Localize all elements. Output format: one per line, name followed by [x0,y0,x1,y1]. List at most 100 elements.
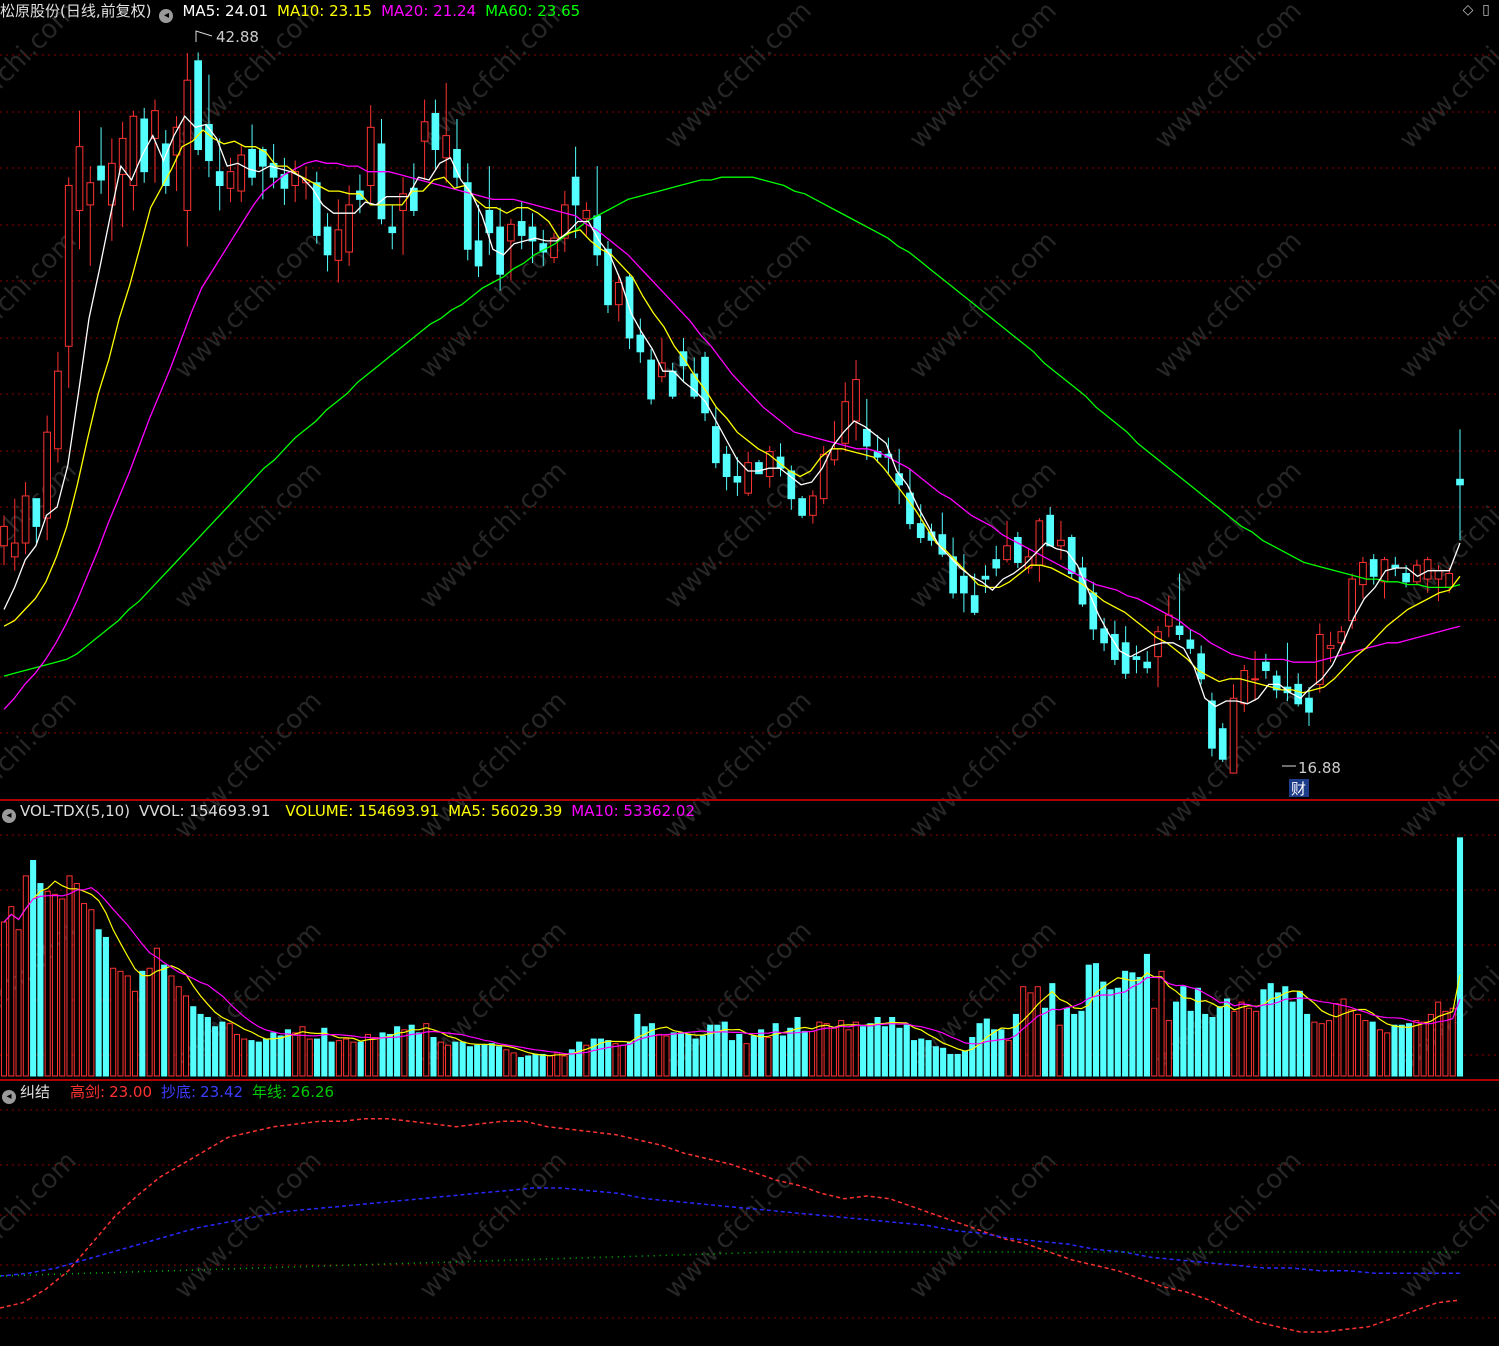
ma-toggle-icon[interactable]: ◂ [159,9,174,23]
candle-down [1197,653,1205,680]
window-controls: ◇ ▯ [1459,2,1495,18]
volume-bar-down [576,1041,583,1077]
volume-bar-down [976,1023,983,1077]
candle-down [32,498,41,527]
candle-down [431,112,440,150]
volume-bar-up [110,967,117,1077]
candle-down [722,453,731,478]
candle-down [377,143,386,220]
candle-down [895,473,904,486]
candle-up [852,379,860,422]
volume-bar-up [343,1038,350,1077]
candle-down [992,559,1001,569]
watermark-layer: www.cfchi.com www.cfchi.com www.cfchi.com w… [0,0,1499,1305]
volume-bar-down [896,1027,903,1077]
volume-bar-down [212,1026,219,1077]
candle-up [366,126,375,187]
volume-bar-up [226,1023,233,1077]
volume-bar-down [940,1047,947,1077]
candle-down [916,523,925,538]
volume-bar-down [1289,1001,1296,1077]
volume-bar-up [1253,1010,1260,1077]
volume-bar-down [677,1032,685,1077]
volume-bar-down [30,859,37,1077]
volume-bar-up [335,1040,342,1077]
watermark-text: www.cfchi.com [1149,686,1308,845]
volume-bar-down [1100,981,1107,1077]
volume-bar-down [692,1038,699,1077]
candle-down [388,226,397,234]
volume-bar-down [983,1018,990,1077]
volume-bar-down [95,929,102,1077]
volume-bar-down [918,1038,925,1077]
volume-bar-down [597,1038,605,1077]
restore-icon[interactable]: ▯ [1477,2,1495,18]
candle-up [1057,539,1065,547]
candle-down [1046,514,1055,547]
volume-bar-down [1456,837,1464,1077]
vol-toggle-icon[interactable]: ◂ [2,809,16,823]
volume-bar-down [1398,1024,1405,1077]
watermark-text: www.cfchi.com [904,0,1063,155]
diamond-icon[interactable]: ◇ [1459,2,1477,18]
volume-bar-down [1085,964,1092,1077]
volume-bar-down [787,1027,794,1077]
volume-bar-up [372,1037,379,1077]
volume-bar-down [1209,1017,1216,1077]
volume-bar-up [1027,992,1034,1077]
candle-down [960,575,968,594]
ma10-line [3,129,1461,694]
volume-bar-down [481,1044,488,1077]
volume-bar-up [124,975,131,1077]
volume-bar-down [328,1041,335,1077]
volume-bars [0,837,1464,1077]
volume-bar-down [1078,1010,1085,1077]
volume-bar-down [459,1041,466,1077]
volume-bar-down [932,1046,939,1077]
vol-indicator-name: VOL-TDX(5,10) [20,802,131,820]
volume-bar-down [699,1035,706,1077]
volume-bar-down [204,1017,211,1077]
candle-down [517,221,526,236]
volume-bar-up [852,1021,859,1077]
volume-bar-up [1340,998,1347,1077]
volume-bar-up [1413,1020,1420,1077]
volume-bar-up [182,995,190,1077]
volume-bar-down [102,936,109,1077]
volume-bar-down [1274,992,1282,1077]
volume-bar-up [1165,1020,1172,1077]
volume-bar-up [1355,1013,1362,1077]
volume-bar-up [350,1041,357,1077]
candle-up [86,182,95,206]
volume-bar-down [495,1046,503,1077]
volume-bar-down [794,1017,801,1077]
candle-up [1315,633,1324,685]
volume-bar-down [517,1057,524,1077]
candle-up [1251,678,1259,681]
volume-bar-down [277,1035,284,1077]
volume-bar-up [1435,1001,1442,1077]
candle-up [10,542,19,558]
candle-down [215,171,224,187]
volume-bar-down [1223,998,1231,1077]
candle-up [1240,670,1249,705]
volume-bar-down [889,1017,896,1077]
ind-toggle-icon[interactable]: ◂ [2,1090,16,1104]
volume-bar-down [313,1038,321,1077]
candle-down [248,148,256,178]
candle-down [1100,628,1108,644]
volume-bar-up [1238,1001,1245,1077]
volume-bar-down [859,1026,867,1077]
volume-bar-down [685,1033,692,1077]
volume-bar-up [131,990,139,1077]
volume-bar-up [1318,1023,1325,1077]
candle-up [614,282,623,306]
volume-bar-down [139,970,146,1077]
indicator-header: ◂ 纠结 高剑: 23.00 抄底: 23.42 年线: 26.26 [0,1081,343,1104]
volume-bar-up [146,967,153,1077]
volume-header: ◂ VOL-TDX(5,10) VVOL: 154693.91 VOLUME: 154… [0,800,704,823]
candle-down [496,226,504,275]
volume-bar-down [1391,1024,1398,1077]
candle-down [1121,642,1130,674]
candle-up [420,121,429,142]
